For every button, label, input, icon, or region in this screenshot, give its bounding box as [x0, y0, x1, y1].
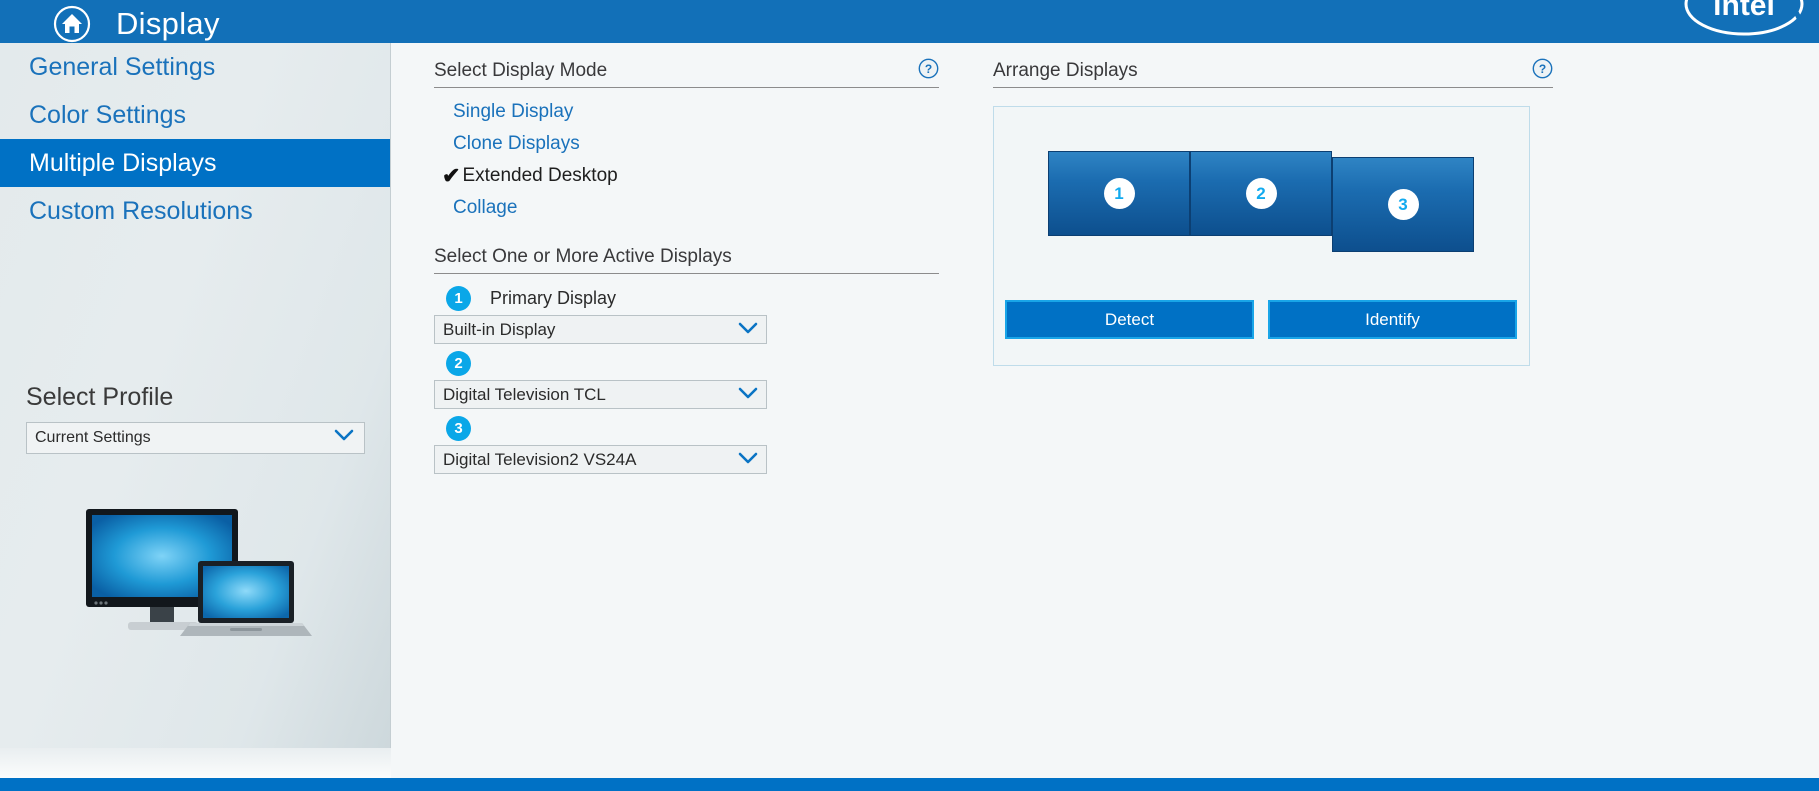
svg-text:?: ? — [1539, 62, 1546, 76]
display-select-3-value: Digital Television2 VS24A — [443, 449, 637, 469]
identify-button[interactable]: Identify — [1268, 300, 1517, 339]
checkmark-icon: ✔ — [442, 163, 461, 188]
option-label: Single Display — [453, 101, 574, 122]
display-badge-3: 3 — [446, 415, 471, 441]
monitor-tile-3-number: 3 — [1387, 189, 1419, 220]
display-row-1-header: 1 Primary Display — [446, 282, 939, 314]
help-circle-icon[interactable]: ? — [1532, 58, 1553, 79]
sidebar-item-label: Color Settings — [29, 100, 187, 129]
sidebar-item-label: Custom Resolutions — [29, 196, 253, 225]
section-title: Arrange Displays — [993, 60, 1138, 81]
monitor-and-laptop-illustration — [80, 503, 320, 683]
select-display-mode-heading: Select Display Mode ? — [434, 58, 939, 88]
profile-selected-value: Current Settings — [35, 429, 151, 446]
profile-section: Select Profile Current Settings — [26, 383, 366, 454]
option-label: Extended Desktop — [462, 165, 618, 186]
active-displays-list: 1 Primary Display Built-in Display 2 Dig… — [434, 282, 939, 474]
active-displays-heading: Select One or More Active Displays — [434, 246, 939, 274]
display-mode-options: Single Display Clone Displays ✔ Extended… — [434, 96, 939, 224]
sidebar: General Settings Color Settings Multiple… — [0, 43, 391, 778]
display-mode-column: Select Display Mode ? Single Display Clo… — [434, 58, 939, 474]
option-label: Collage — [453, 197, 518, 218]
option-label: Clone Displays — [453, 133, 580, 154]
help-circle-icon[interactable]: ? — [918, 58, 939, 79]
display-select-1[interactable]: Built-in Display — [434, 315, 767, 344]
display-row-3-header: 3 — [446, 412, 939, 444]
detect-button-label: Detect — [1104, 309, 1155, 329]
monitor-tile-2[interactable]: 2 — [1190, 151, 1332, 236]
sidebar-item-label: Multiple Displays — [29, 148, 217, 177]
display-mode-option-collage[interactable]: Collage — [434, 192, 939, 224]
sidebar-item-custom-resolutions[interactable]: Custom Resolutions — [0, 187, 390, 235]
display-mode-option-clone-displays[interactable]: Clone Displays — [434, 128, 939, 160]
display-mode-option-extended-desktop[interactable]: ✔ Extended Desktop — [434, 160, 939, 192]
detect-button[interactable]: Detect — [1005, 300, 1254, 339]
chevron-down-icon — [334, 429, 354, 447]
sidebar-item-color-settings[interactable]: Color Settings — [0, 91, 390, 139]
bottom-accent-bar — [0, 778, 1819, 791]
monitor-tile-1-number: 1 — [1103, 178, 1135, 209]
chevron-down-icon — [738, 385, 758, 405]
section-title: Select One or More Active Displays — [434, 246, 732, 267]
section-title: Select Display Mode — [434, 60, 608, 81]
intel-logo: intel — [1679, 0, 1809, 42]
chevron-down-icon — [738, 450, 758, 470]
page-title: Display — [116, 5, 220, 41]
svg-text:?: ? — [925, 62, 932, 76]
display-select-1-value: Built-in Display — [443, 319, 556, 339]
chevron-down-icon — [738, 320, 758, 340]
sidebar-bottom-strip — [0, 748, 391, 778]
arrange-displays-column: Arrange Displays ? 1 2 3 Detect Identify — [993, 58, 1553, 366]
display-select-3[interactable]: Digital Television2 VS24A — [434, 445, 767, 474]
profile-select[interactable]: Current Settings — [26, 422, 365, 454]
arrange-displays-heading: Arrange Displays ? — [993, 58, 1553, 88]
sidebar-item-label: General Settings — [29, 52, 216, 81]
profile-label: Select Profile — [26, 383, 174, 411]
sidebar-nav: General Settings Color Settings Multiple… — [0, 43, 390, 235]
arrange-displays-canvas[interactable]: 1 2 3 Detect Identify — [993, 106, 1530, 366]
monitor-tile-2-number: 2 — [1245, 178, 1277, 209]
display-badge-1: 1 — [446, 285, 471, 311]
home-icon[interactable] — [52, 4, 92, 44]
display-badge-2: 2 — [446, 350, 471, 376]
monitor-tile-1[interactable]: 1 — [1048, 151, 1190, 236]
title-bar: Display intel — [0, 0, 1819, 43]
monitor-tile-3[interactable]: 3 — [1332, 157, 1474, 252]
identify-button-label: Identify — [1365, 309, 1420, 329]
display-row-2-header: 2 — [446, 347, 939, 379]
sidebar-item-multiple-displays[interactable]: Multiple Displays — [0, 139, 390, 187]
sidebar-item-general-settings[interactable]: General Settings — [0, 43, 390, 91]
svg-text:intel: intel — [1713, 0, 1775, 22]
display-select-2[interactable]: Digital Television TCL — [434, 380, 767, 409]
display-mode-option-single-display[interactable]: Single Display — [434, 96, 939, 128]
display-select-2-value: Digital Television TCL — [443, 384, 606, 404]
primary-display-label: Primary Display — [490, 287, 617, 308]
